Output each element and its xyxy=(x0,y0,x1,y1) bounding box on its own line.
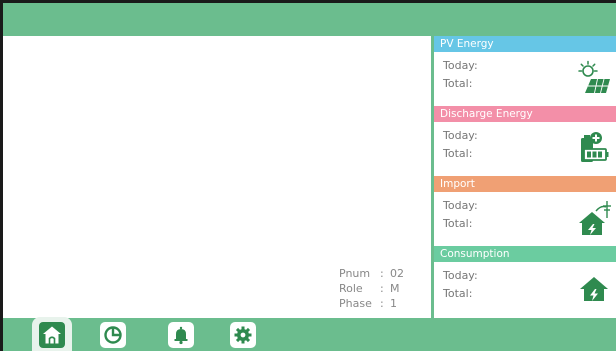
pv-energy-card[interactable]: PV Energy Today: Total: xyxy=(434,36,616,106)
import-today-label: Today: xyxy=(443,199,478,212)
pnum-label: Pnum xyxy=(339,267,371,280)
role-row: Role : M xyxy=(339,281,404,296)
battery-plus-icon xyxy=(581,132,609,162)
phase-value: 1 xyxy=(390,297,397,310)
gear-icon xyxy=(234,326,252,344)
home-icon xyxy=(580,277,608,301)
consumption-title: Consumption xyxy=(434,246,616,262)
pnum-row: Pnum : 02 xyxy=(339,266,404,281)
energy-panel: PV Energy Today: Total: Discharge Energy… xyxy=(434,36,616,318)
role-value: M xyxy=(390,282,400,295)
solar-panel-icon xyxy=(578,60,610,94)
top-bar xyxy=(3,3,616,36)
role-label: Role xyxy=(339,282,363,295)
phase-label: Phase xyxy=(339,297,372,310)
main-panel: Pnum : 02 Role : M Phase : 1 xyxy=(3,36,431,318)
pv-total-label: Total: xyxy=(443,77,473,90)
bell-icon xyxy=(174,326,188,345)
import-card[interactable]: Import Today: Total: xyxy=(434,176,616,246)
discharge-today-label: Today: xyxy=(443,129,478,142)
bottom-nav xyxy=(3,317,616,351)
phase-separator: : xyxy=(380,297,384,310)
device-info: Pnum : 02 Role : M Phase : 1 xyxy=(339,266,404,311)
nav-settings-button[interactable] xyxy=(230,322,256,348)
nav-chart-button[interactable] xyxy=(100,322,126,348)
consumption-total-label: Total: xyxy=(443,287,473,300)
pnum-value: 02 xyxy=(390,267,404,280)
import-title: Import xyxy=(434,176,616,192)
home-icon xyxy=(39,322,65,348)
import-total-label: Total: xyxy=(443,217,473,230)
discharge-total-label: Total: xyxy=(443,147,473,160)
pie-chart-icon xyxy=(104,326,122,344)
discharge-energy-title: Discharge Energy xyxy=(434,106,616,122)
consumption-card[interactable]: Consumption Today: Total: xyxy=(434,246,616,316)
pv-energy-title: PV Energy xyxy=(434,36,616,52)
app-screen: Pnum : 02 Role : M Phase : 1 PV Energy T… xyxy=(3,3,616,351)
pnum-separator: : xyxy=(380,267,384,280)
phase-row: Phase : 1 xyxy=(339,296,404,311)
nav-alarm-button[interactable] xyxy=(168,322,194,348)
discharge-energy-card[interactable]: Discharge Energy Today: Total: xyxy=(434,106,616,176)
pv-today-label: Today: xyxy=(443,59,478,72)
role-separator: : xyxy=(380,282,384,295)
grid-home-icon xyxy=(579,201,611,235)
consumption-today-label: Today: xyxy=(443,269,478,282)
nav-home-button[interactable] xyxy=(32,317,72,351)
